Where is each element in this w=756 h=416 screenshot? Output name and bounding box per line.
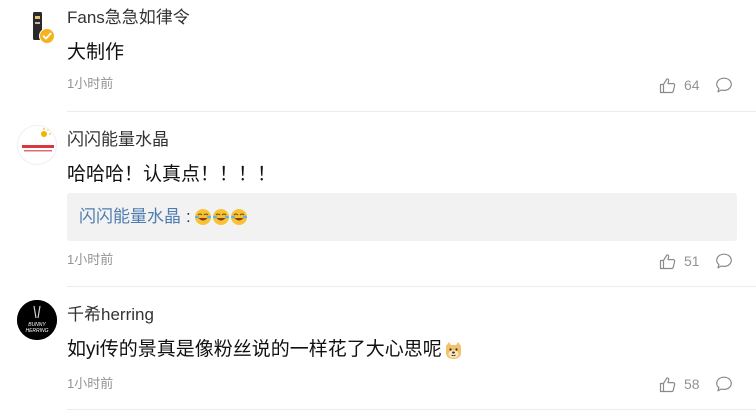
timestamp: 1小时前: [67, 252, 114, 267]
laughing-crying-emoji: [194, 209, 211, 225]
sun-logo-avatar-icon: [22, 128, 54, 152]
thumbs-up-icon: [659, 253, 676, 269]
reply-comment-icon[interactable]: [715, 76, 733, 94]
avatar[interactable]: [17, 125, 57, 165]
reply-comment-icon[interactable]: [715, 252, 733, 270]
quoted-reply: 闪闪能量水晶 :: [67, 193, 737, 241]
thumbs-up-icon: [659, 376, 676, 392]
bunny-herring-avatar-icon: BUNNY HERRING: [17, 300, 57, 340]
divider: [67, 286, 756, 287]
like-button[interactable]: 51: [659, 252, 700, 270]
like-button[interactable]: 58: [659, 375, 700, 393]
like-button[interactable]: 64: [659, 76, 700, 94]
avatar[interactable]: BUNNY HERRING: [17, 300, 57, 340]
username[interactable]: 闪闪能量水晶: [67, 130, 169, 150]
doge-emoji: [445, 341, 461, 359]
reply-comment-icon[interactable]: [715, 375, 733, 393]
divider: [67, 409, 756, 410]
like-count: 51: [684, 253, 700, 269]
verified-badge-icon: [39, 28, 55, 44]
comment-text: 如yi传的景真是像粉丝说的一样花了大心思呢: [67, 339, 463, 361]
comment-text-body: 如yi传的景真是像粉丝说的一样花了大心思呢: [67, 339, 442, 360]
divider: [67, 111, 756, 112]
timestamp: 1小时前: [67, 376, 114, 391]
laughing-crying-emoji: [212, 209, 229, 225]
reply-username[interactable]: 闪闪能量水晶: [79, 206, 181, 228]
username[interactable]: 千希herring: [67, 305, 154, 325]
comment-text: 大制作: [67, 42, 125, 63]
timestamp: 1小时前: [67, 76, 114, 91]
username[interactable]: Fans急急如律令: [67, 8, 190, 28]
thumbs-up-icon: [659, 77, 676, 93]
comment-text: 哈哈哈！认真点！！！！: [67, 164, 277, 185]
reply-colon: :: [186, 207, 191, 226]
like-count: 64: [684, 77, 700, 93]
laughing-crying-emoji: [230, 209, 247, 225]
like-count: 58: [684, 376, 700, 392]
avatar-text-line-2: HERRING: [25, 328, 48, 334]
